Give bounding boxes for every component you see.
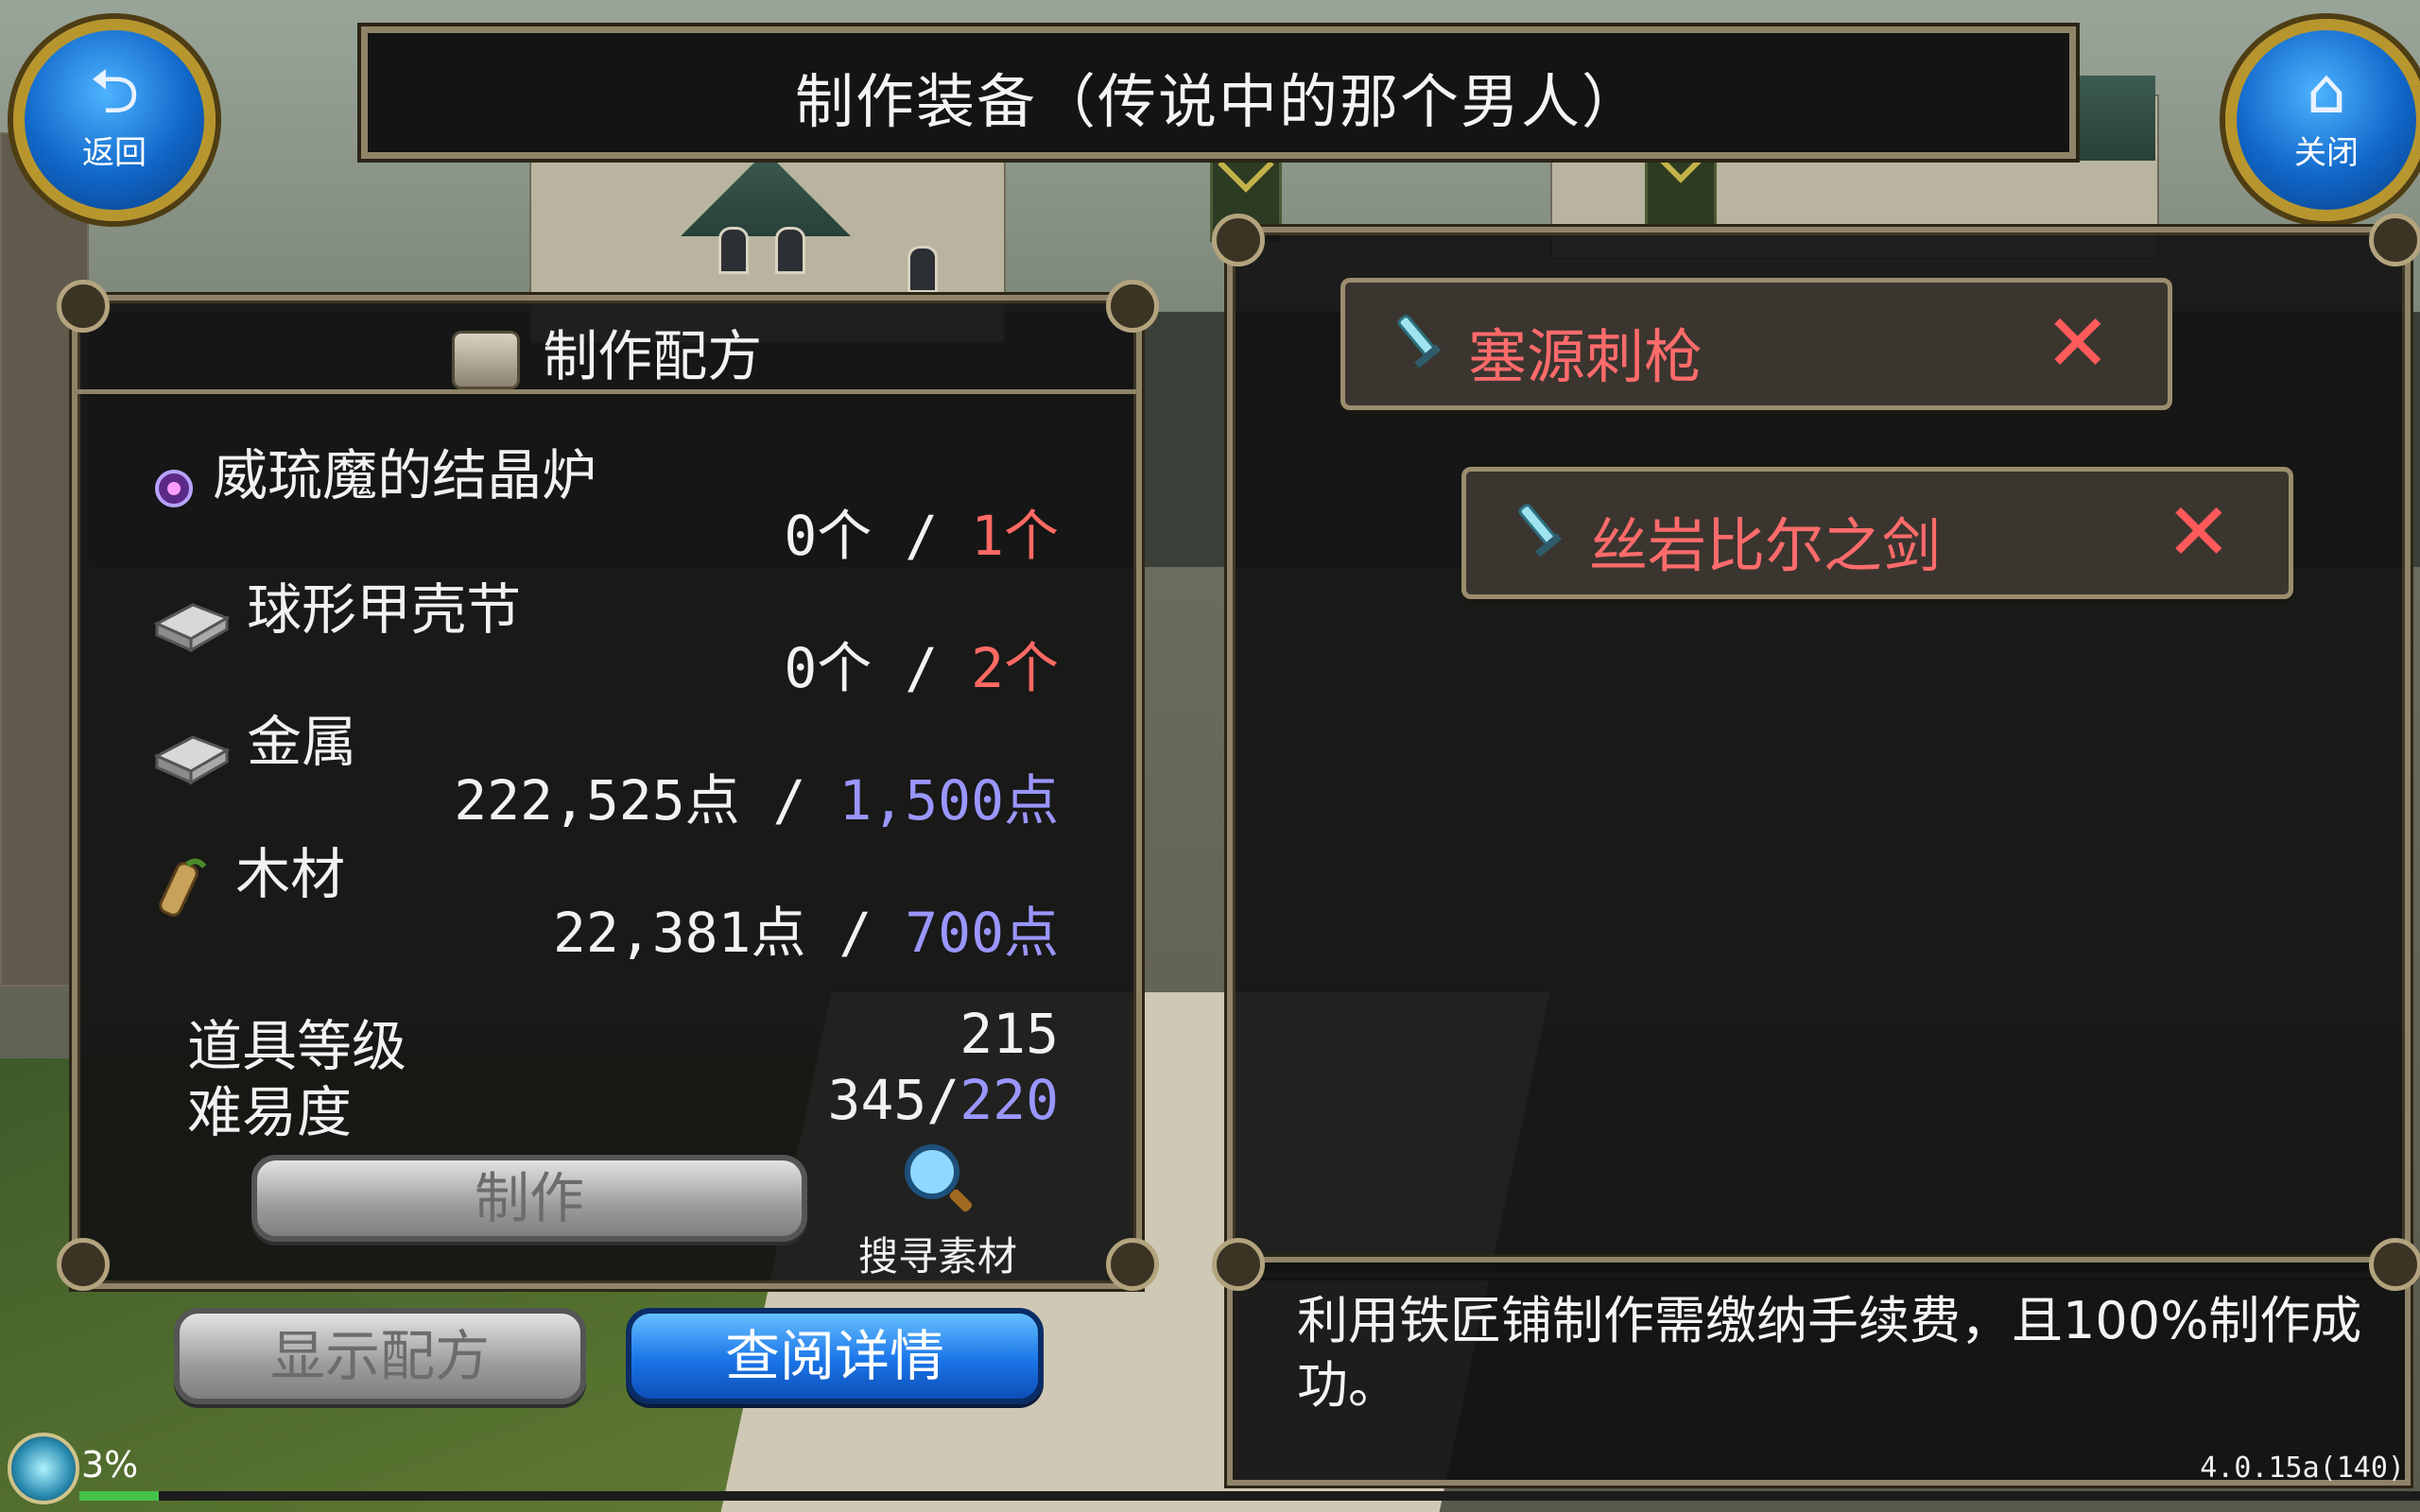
view-details-button[interactable]: 查阅详情 [626,1308,1044,1404]
sword-icon [1508,496,1580,568]
craft-button[interactable]: 制作 [251,1155,807,1242]
crystal-orb-icon [151,466,197,515]
material-quantity: 0个 / 2个 [784,636,1059,700]
experience-orb-icon [8,1433,79,1504]
page-title: 制作装备（传说中的那个男人） [794,67,1642,136]
recipe-header: 制作配方 [72,295,1142,394]
back-button-label: 返回 [82,134,147,172]
selected-item-name: 丝岩比尔之剑 [1589,511,1942,580]
material-quantity: 22,381点 / 700点 [552,901,1059,965]
frame-corner-ornament [2369,214,2420,266]
show-recipe-button[interactable]: 显示配方 [174,1308,586,1404]
return-arrow-icon: ⮌ [89,55,140,128]
metal-ingot-icon [151,592,231,658]
material-name: 金属 [247,710,357,774]
frame-corner-ornament [1212,1238,1265,1291]
material-row: 威琉魔的结晶炉 [151,431,596,515]
selected-item-card[interactable]: 丝岩比尔之剑 ✕ [1461,467,2293,599]
material-row: 木材 [151,830,345,925]
material-name: 球形甲壳节 [247,577,522,642]
difficulty-label: 难易度 [187,1080,353,1144]
metal-ingot-icon [151,724,231,790]
home-icon: ⌂ [2307,55,2346,128]
material-name: 木材 [235,842,346,906]
remove-item-button[interactable]: ✕ [2045,296,2111,390]
info-message: 利用铁匠铺制作需缴纳手续费，且100%制作成功。 [1297,1291,2362,1415]
sword-icon [1387,307,1459,379]
selected-item-name: 塞源刺枪 [1468,322,1703,391]
version-label: 4.0.15a(140) [2200,1452,2405,1485]
material-quantity: 222,525点 / 1,500点 [454,768,1059,833]
experience-percent: 3% [81,1444,139,1486]
close-button-label: 关闭 [2294,134,2359,172]
material-name: 威琉魔的结晶炉 [213,443,597,507]
material-quantity: 0个 / 1个 [784,504,1059,568]
remove-item-button[interactable]: ✕ [2166,485,2232,579]
item-level-value: 215 [959,1002,1059,1066]
anvil-icon [451,330,520,389]
material-row: 金属 [151,697,356,790]
selected-item-card[interactable]: 塞源刺枪 ✕ [1340,278,2172,410]
close-button[interactable]: ⌂ 关闭 [2225,19,2420,221]
frame-corner-ornament [1212,214,1265,266]
frame-corner-ornament [2369,1238,2420,1291]
frame-corner-ornament [1106,1238,1159,1291]
search-materials-label[interactable]: 搜寻素材 [858,1225,1017,1282]
title-bar: 制作装备（传说中的那个男人） [361,26,2076,159]
recipe-heading: 制作配方 [543,324,763,388]
difficulty-value: 345/220 [827,1068,1059,1132]
magnifier-icon[interactable] [900,1140,977,1217]
wood-log-icon [151,853,219,925]
experience-bar-fill [79,1491,159,1501]
material-row: 球形甲壳节 [151,565,521,658]
frame-corner-ornament [57,1238,110,1291]
experience-bar-track [79,1491,2420,1501]
back-button[interactable]: ⮌ 返回 [13,19,216,221]
